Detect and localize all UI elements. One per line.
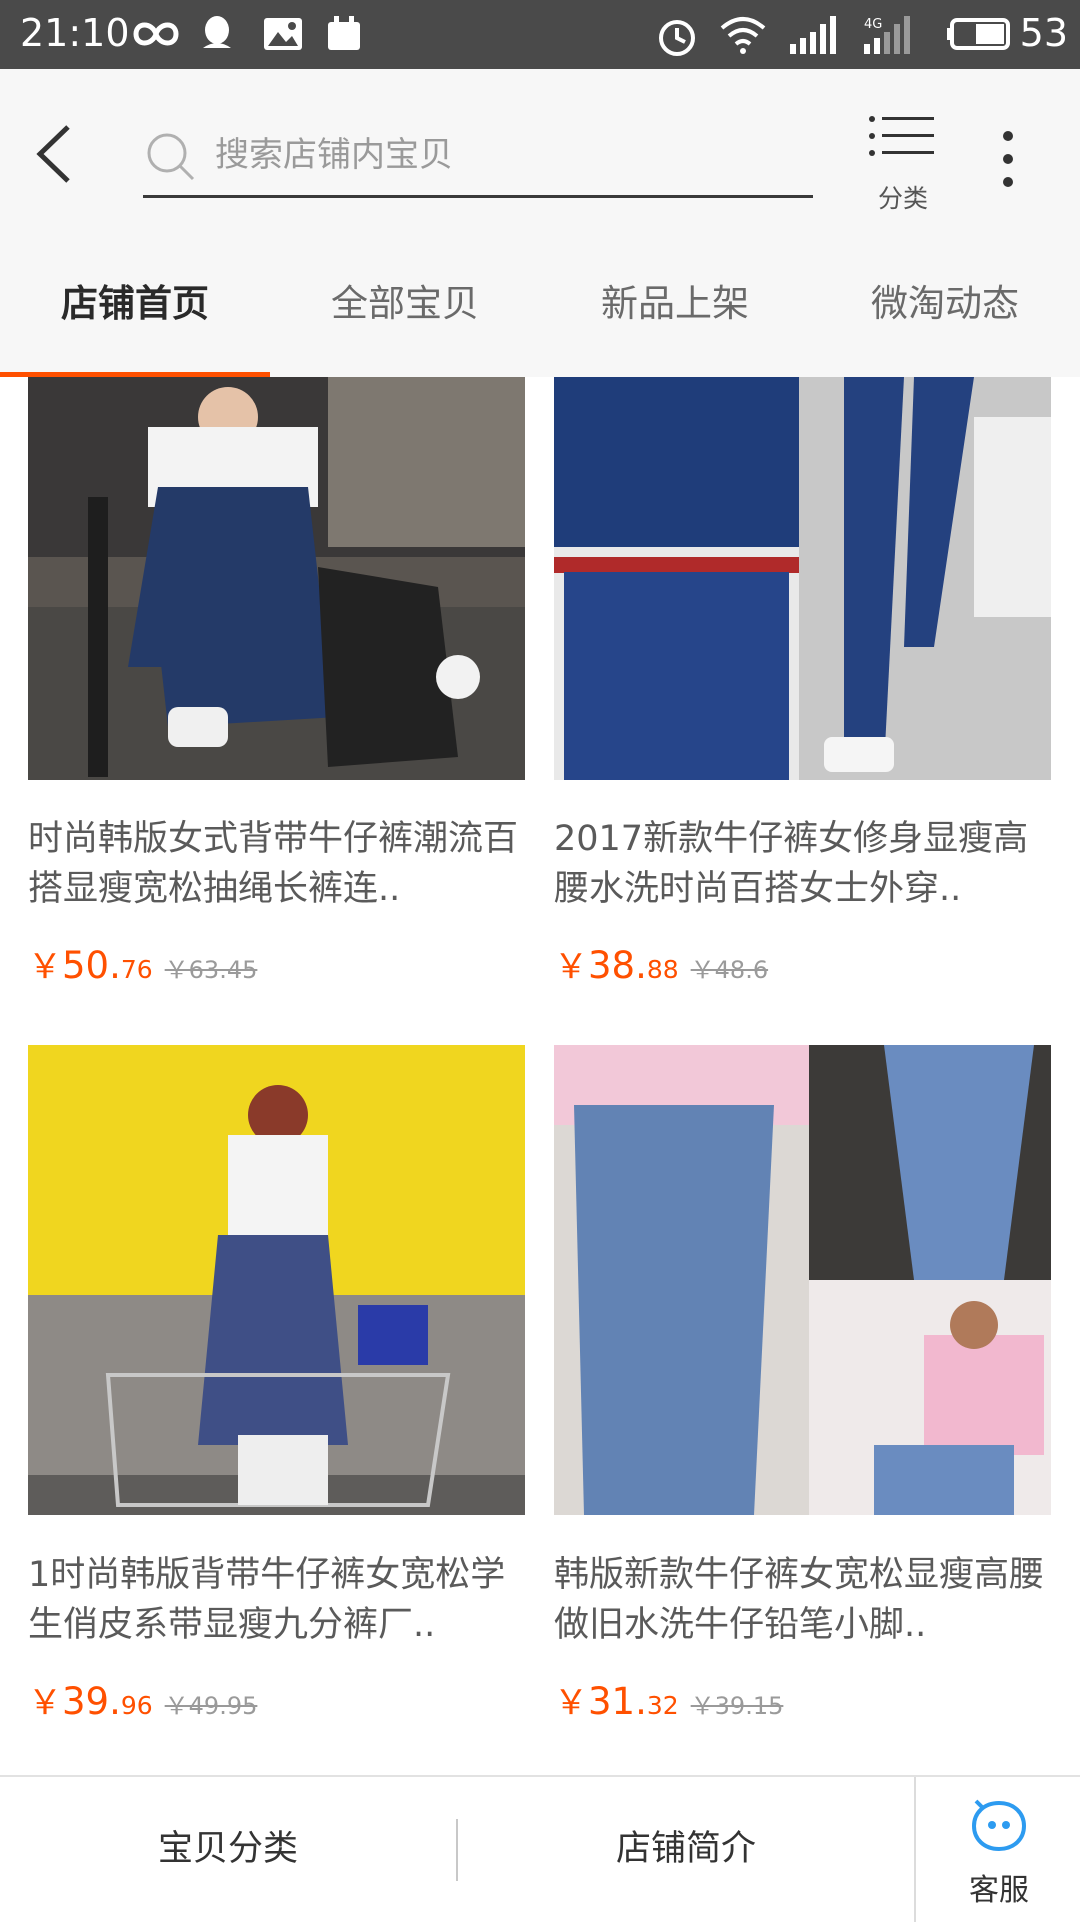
- price-original: ￥39.15: [690, 1692, 784, 1720]
- price-integer: 31.: [588, 1680, 647, 1723]
- price-original: ￥49.95: [164, 1692, 258, 1720]
- product-price: ￥39.96 ￥49.95: [28, 1675, 525, 1725]
- status-bar: 21:10 4G 53: [0, 0, 1080, 69]
- price-decimal: 96: [120, 1691, 153, 1720]
- price-currency: ￥: [554, 947, 588, 987]
- image-icon: [264, 18, 302, 50]
- item-categories-button[interactable]: 宝贝分类: [0, 1777, 456, 1922]
- customer-service-icon: [971, 1799, 1027, 1852]
- tab-shop-home[interactable]: 店铺首页: [0, 279, 270, 329]
- wifi-icon: [720, 17, 766, 54]
- battery-icon: [947, 18, 1010, 50]
- product-card[interactable]: 1时尚韩版背带牛仔裤女宽松学生俏皮系带显瘦九分裤厂.. ￥39.96 ￥49.95: [28, 1045, 525, 1745]
- price-currency: ￥: [28, 947, 62, 987]
- tab-all-items[interactable]: 全部宝贝: [270, 279, 540, 329]
- shop-tabs: 店铺首页 全部宝贝 新品上架 微淘动态: [0, 239, 1080, 377]
- category-button[interactable]: 分类: [860, 109, 946, 219]
- status-time: 21:10: [20, 11, 130, 55]
- tab-weitao-feed[interactable]: 微淘动态: [810, 279, 1080, 329]
- signal-4g-icon: 4G: [864, 16, 910, 54]
- tab-new-arrivals[interactable]: 新品上架: [540, 279, 810, 329]
- product-title[interactable]: 1时尚韩版背带牛仔裤女宽松学生俏皮系带显瘦九分裤厂..: [28, 1550, 525, 1650]
- price-integer: 39.: [62, 1680, 121, 1723]
- product-title[interactable]: 韩版新款牛仔裤女宽松显瘦高腰做旧水洗牛仔铅笔小脚..: [554, 1550, 1051, 1650]
- product-card[interactable]: 2017新款牛仔裤女修身显瘦高腰水洗时尚百搭女士外穿.. ￥38.88 ￥48.6: [554, 377, 1051, 1007]
- product-image[interactable]: [554, 1045, 1051, 1515]
- more-vertical-icon[interactable]: [990, 124, 1026, 194]
- product-image[interactable]: [554, 377, 1051, 780]
- shop-header: 搜索店铺内宝贝 分类: [0, 69, 1080, 239]
- price-integer: 50.: [62, 944, 121, 987]
- price-currency: ￥: [554, 1683, 588, 1723]
- product-image[interactable]: [28, 1045, 525, 1515]
- price-original: ￥63.45: [164, 956, 258, 984]
- product-price: ￥31.32 ￥39.15: [554, 1675, 1051, 1725]
- customer-service-button[interactable]: 客服: [914, 1777, 1080, 1922]
- product-title[interactable]: 时尚韩版女式背带牛仔裤潮流百搭显瘦宽松抽绳长裤连..: [28, 814, 525, 914]
- list-icon: [869, 116, 934, 156]
- product-title[interactable]: 2017新款牛仔裤女修身显瘦高腰水洗时尚百搭女士外穿..: [554, 814, 1051, 914]
- price-currency: ￥: [28, 1683, 62, 1723]
- signal-icon: [790, 16, 836, 54]
- product-price: ￥50.76 ￥63.45: [28, 939, 525, 989]
- price-decimal: 76: [120, 955, 153, 984]
- battery-level: 53: [1019, 11, 1068, 55]
- bottom-bar: 宝贝分类 店铺简介 客服: [0, 1775, 1080, 1922]
- alarm-icon: [659, 20, 695, 56]
- search-placeholder: 搜索店铺内宝贝: [215, 135, 453, 175]
- price-integer: 38.: [588, 944, 647, 987]
- price-decimal: 88: [646, 955, 679, 984]
- search-input[interactable]: 搜索店铺内宝贝: [143, 119, 813, 198]
- chevron-left-icon[interactable]: [30, 119, 80, 189]
- product-grid: 时尚韩版女式背带牛仔裤潮流百搭显瘦宽松抽绳长裤连.. ￥50.76 ￥63.45 …: [0, 377, 1080, 1775]
- product-image[interactable]: [28, 377, 525, 780]
- shop-intro-button[interactable]: 店铺简介: [458, 1777, 914, 1922]
- infinity-icon: [133, 22, 179, 46]
- product-card[interactable]: 时尚韩版女式背带牛仔裤潮流百搭显瘦宽松抽绳长裤连.. ￥50.76 ￥63.45: [28, 377, 525, 1007]
- category-label: 分类: [877, 184, 928, 213]
- search-icon: [147, 133, 195, 181]
- customer-service-label: 客服: [969, 1873, 1029, 1908]
- price-decimal: 32: [646, 1691, 679, 1720]
- product-price: ￥38.88 ￥48.6: [554, 939, 1051, 989]
- svg-text:4G: 4G: [864, 17, 882, 32]
- calendar-icon: [328, 16, 360, 50]
- qq-icon: [203, 16, 231, 48]
- product-card[interactable]: 韩版新款牛仔裤女宽松显瘦高腰做旧水洗牛仔铅笔小脚.. ￥31.32 ￥39.15: [554, 1045, 1051, 1745]
- price-original: ￥48.6: [690, 956, 769, 984]
